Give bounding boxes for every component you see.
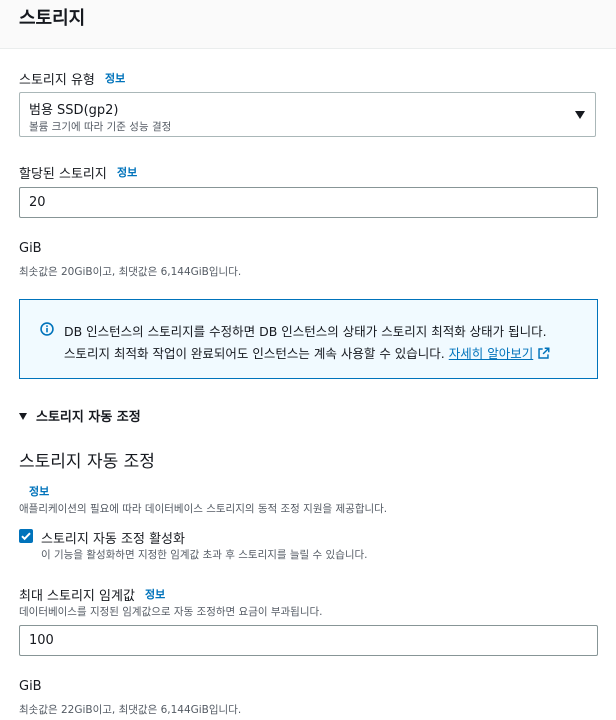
allocated-storage-constraint: 최솟값은 20GiB이고, 최댓값은 6,144GiB입니다. [19,266,242,278]
storage-type-select[interactable]: 범용 SSD(gp2) 볼륨 크기에 따라 기준 성능 결정 [19,92,596,137]
autoscaling-expander[interactable]: 스토리지 자동 조정 [19,406,141,425]
info-circle-icon [40,322,54,336]
section-header: 스토리지 [0,0,616,49]
section-title-storage: 스토리지 [19,8,86,29]
storage-type-info-link[interactable]: 정보 [105,70,125,86]
max-threshold-description: 데이터베이스를 지정된 임계값으로 자동 조정하면 요금이 부과됩니다. [19,606,323,618]
storage-type-label: 스토리지 유형 [19,73,95,88]
alert-line-2-text: 스토리지 최적화 작업이 완료되어도 인스턴스는 계속 사용할 수 있습니다. [64,346,445,361]
info-alert: DB 인스턴스의 스토리지를 수정하면 DB 인스턴스의 상태가 스토리지 최적… [19,299,598,379]
checkmark-icon [21,532,31,541]
allocated-storage-unit: GiB [19,241,42,256]
max-threshold-constraint: 최솟값은 22GiB이고, 최댓값은 6,144GiB입니다. [19,704,242,716]
max-threshold-info-link[interactable]: 정보 [145,586,165,602]
allocated-storage-label: 할당된 스토리지 [19,167,107,182]
autoscaling-checkbox[interactable] [19,529,33,543]
external-link-icon [538,347,550,359]
autoscaling-checkbox-hint: 이 기능을 활성화하면 지정한 임계값 초과 후 스토리지를 늘릴 수 있습니다… [41,549,368,561]
caret-down-icon [19,413,27,420]
autoscaling-title: 스토리지 자동 조정 [19,452,155,472]
max-threshold-unit: GiB [19,679,42,694]
autoscaling-description: 애플리케이션의 필요에 따라 데이터베이스 스토리지의 동적 조정 지원을 제공… [19,503,388,515]
alert-line-1: DB 인스턴스의 스토리지를 수정하면 DB 인스턴스의 상태가 스토리지 최적… [64,324,547,339]
alert-line-2: 스토리지 최적화 작업이 완료되어도 인스턴스는 계속 사용할 수 있습니다. … [64,343,550,362]
autoscaling-expander-label: 스토리지 자동 조정 [36,410,141,425]
storage-type-selected-value: 범용 SSD(gp2) [29,103,119,118]
storage-type-selected-description: 볼륨 크기에 따라 기준 성능 결정 [29,121,172,133]
learn-more-link[interactable]: 자세히 알아보기 [449,346,550,361]
caret-down-icon [575,111,585,119]
max-threshold-label: 최대 스토리지 임계값 [19,589,135,604]
autoscaling-checkbox-label[interactable]: 스토리지 자동 조정 활성화 [41,528,185,547]
allocated-storage-info-link[interactable]: 정보 [117,164,137,180]
learn-more-link-text: 자세히 알아보기 [448,346,534,361]
allocated-storage-input[interactable] [19,187,598,218]
max-threshold-input[interactable] [19,625,598,656]
autoscaling-info-link[interactable]: 정보 [29,483,49,499]
